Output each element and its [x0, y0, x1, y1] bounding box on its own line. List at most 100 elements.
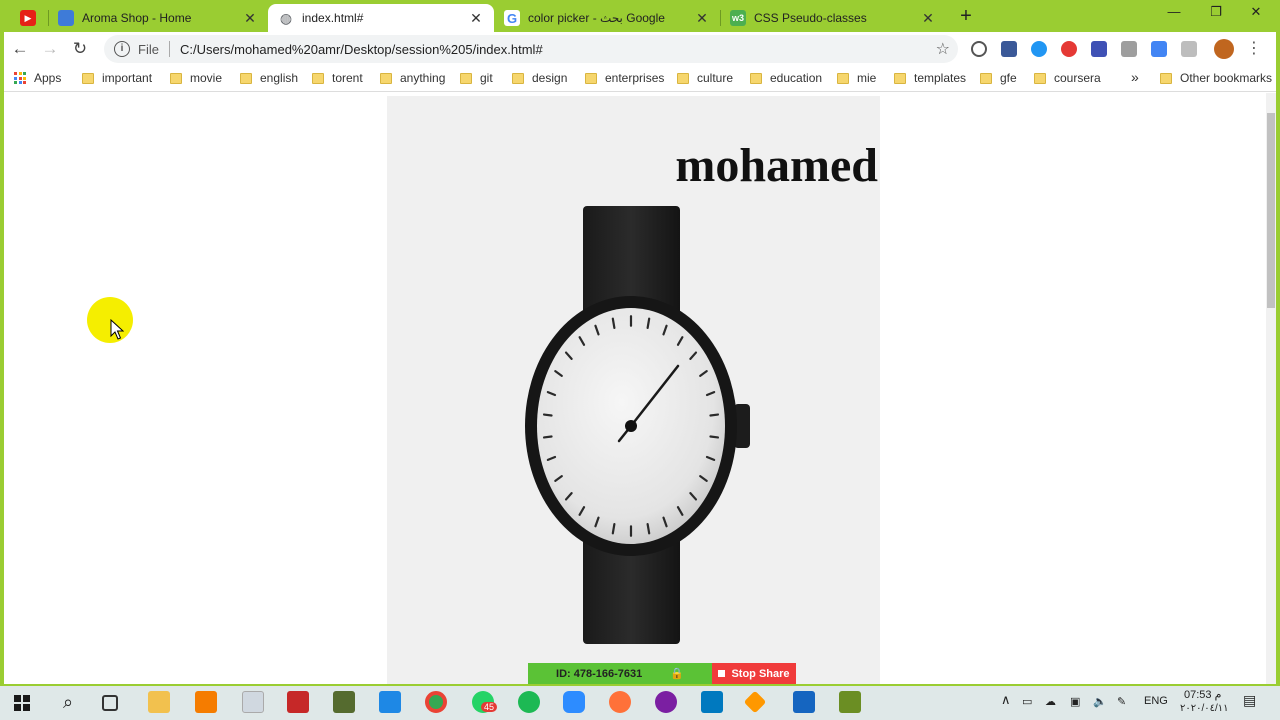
- snipping-tool-icon[interactable]: [242, 691, 264, 713]
- reload-button[interactable]: ↻: [68, 38, 92, 60]
- block-icon[interactable]: [971, 41, 987, 57]
- bookmark-label: culture: [697, 71, 734, 85]
- git-icon[interactable]: [743, 690, 767, 714]
- url-text[interactable]: C:/Users/mohamed%20amr/Desktop/session%2…: [180, 42, 543, 57]
- tray-volume-icon[interactable]: 🔈: [1093, 695, 1107, 708]
- task-view-icon[interactable]: [102, 695, 118, 711]
- bookmark-label: Other bookmarks: [1180, 71, 1273, 85]
- apps-grid-icon: [14, 72, 26, 84]
- close-icon[interactable]: ✕: [694, 10, 710, 27]
- bookmark-folder[interactable]: mie: [837, 71, 876, 85]
- clock-time[interactable]: 07:53 م: [1184, 688, 1221, 701]
- facebook-icon[interactable]: [1001, 41, 1017, 57]
- tray-battery-icon[interactable]: ▭: [1022, 695, 1032, 708]
- bookmark-label: english: [260, 71, 299, 85]
- bookmark-apps[interactable]: Apps: [14, 71, 61, 85]
- bookmark-folder[interactable]: enterprises: [585, 71, 664, 85]
- xampp-icon[interactable]: [195, 691, 217, 713]
- search-icon[interactable]: ⌕: [57, 691, 79, 713]
- content-card: mohamed: [387, 96, 880, 684]
- tab-index-html[interactable]: ◍ index.html# ✕: [268, 4, 494, 32]
- restore-button[interactable]: ❐: [1196, 4, 1236, 26]
- folder-icon: [240, 72, 252, 84]
- firefox-icon[interactable]: [609, 691, 631, 713]
- bookmarks-bar: Apps important movie english torent anything…: [4, 66, 1276, 92]
- tab-color-picker[interactable]: G color picker - بحث Google ✕: [494, 4, 720, 32]
- tray-network-icon[interactable]: ▣: [1070, 695, 1080, 708]
- forward-button[interactable]: →: [38, 38, 62, 60]
- bookmark-folder[interactable]: english: [240, 71, 298, 85]
- bookmark-folder[interactable]: anything: [380, 71, 445, 85]
- bookmark-folder[interactable]: gfe: [980, 71, 1017, 85]
- tab-title: index.html#: [302, 11, 364, 25]
- notifications-icon[interactable]: ▤: [1243, 692, 1256, 709]
- bookmark-label: coursera: [1054, 71, 1101, 85]
- info-icon[interactable]: i: [114, 41, 130, 57]
- app-icon-2[interactable]: [839, 691, 861, 713]
- monitor-icon[interactable]: [793, 691, 815, 713]
- close-icon[interactable]: ✕: [242, 10, 258, 27]
- tab-css-pseudo-classes[interactable]: w3 CSS Pseudo-classes ✕: [720, 4, 946, 32]
- close-icon[interactable]: ✕: [920, 10, 936, 27]
- new-tab-button[interactable]: +: [954, 6, 978, 28]
- page-viewport: mohamed: [4, 93, 1266, 684]
- bookmark-label: gfe: [1000, 71, 1017, 85]
- tor-browser-icon[interactable]: [655, 691, 677, 713]
- bookmark-other[interactable]: Other bookmarks: [1160, 71, 1272, 85]
- google-icon: G: [504, 10, 520, 26]
- bookmark-folder[interactable]: templates: [894, 71, 966, 85]
- cube-icon[interactable]: [1121, 41, 1137, 57]
- tray-cloud-icon[interactable]: ☁: [1045, 695, 1056, 708]
- bookmark-folder[interactable]: design: [512, 71, 567, 85]
- bookmark-folder[interactable]: git: [460, 71, 493, 85]
- menu-icon[interactable]: ⋮: [1246, 41, 1262, 57]
- scrollbar-thumb[interactable]: [1267, 113, 1275, 308]
- download-icon[interactable]: [1091, 41, 1107, 57]
- bookmark-folder[interactable]: culture: [677, 71, 733, 85]
- tab-youtube[interactable]: ▶: [10, 4, 46, 32]
- trello-icon[interactable]: [701, 691, 723, 713]
- app-icon[interactable]: [333, 691, 355, 713]
- mouse-cursor-icon: [110, 319, 124, 340]
- tab-title: CSS Pseudo-classes: [754, 11, 867, 25]
- bookmark-folder[interactable]: movie: [170, 71, 222, 85]
- address-bar[interactable]: i File C:/Users/mohamed%20amr/Desktop/se…: [104, 35, 958, 63]
- translate-icon[interactable]: [1151, 41, 1167, 57]
- minimize-button[interactable]: —: [1154, 4, 1194, 26]
- zoom-icon[interactable]: [563, 691, 585, 713]
- stop-share-button[interactable]: Stop Share: [712, 663, 796, 684]
- bookmark-label: important: [102, 71, 153, 85]
- vscode-icon[interactable]: [379, 691, 401, 713]
- clock-date[interactable]: ٢٠٢٠/٠٤/١١: [1180, 703, 1229, 714]
- folder-icon: [380, 72, 392, 84]
- close-window-button[interactable]: ✕: [1236, 4, 1276, 26]
- file-explorer-icon[interactable]: [148, 691, 170, 713]
- windows-start-icon[interactable]: [14, 695, 30, 711]
- bookmarks-overflow-button[interactable]: »: [1131, 69, 1139, 85]
- filezilla-icon[interactable]: [287, 691, 309, 713]
- tab-aroma-shop[interactable]: Aroma Shop - Home ✕: [48, 4, 268, 32]
- chrome-icon[interactable]: [425, 691, 447, 713]
- back-button[interactable]: ←: [8, 38, 32, 60]
- tray-chevron-up-icon[interactable]: ∧: [1001, 692, 1011, 708]
- extension-icon[interactable]: [1031, 41, 1047, 57]
- bookmark-folder[interactable]: torent: [312, 71, 363, 85]
- translate-alt-icon[interactable]: [1181, 41, 1197, 57]
- star-icon[interactable]: ☆: [936, 39, 950, 59]
- bookmark-folder[interactable]: important: [82, 71, 152, 85]
- bookmark-folder[interactable]: coursera: [1034, 71, 1101, 85]
- opera-icon[interactable]: [1061, 41, 1077, 57]
- tray-pen-icon[interactable]: ✎: [1117, 695, 1126, 708]
- close-icon[interactable]: ✕: [468, 10, 484, 27]
- bookmark-label: education: [770, 71, 823, 85]
- tab-title: color picker - بحث Google: [528, 11, 665, 25]
- spotify-icon[interactable]: [518, 691, 540, 713]
- bookmark-label: templates: [914, 71, 967, 85]
- bookmark-label: design: [532, 71, 568, 85]
- page-scrollbar[interactable]: [1266, 93, 1276, 684]
- language-indicator[interactable]: ENG: [1144, 695, 1168, 707]
- avatar[interactable]: [1214, 39, 1234, 59]
- folder-icon: [1034, 72, 1046, 84]
- folder-icon: [585, 72, 597, 84]
- bookmark-folder[interactable]: education: [750, 71, 822, 85]
